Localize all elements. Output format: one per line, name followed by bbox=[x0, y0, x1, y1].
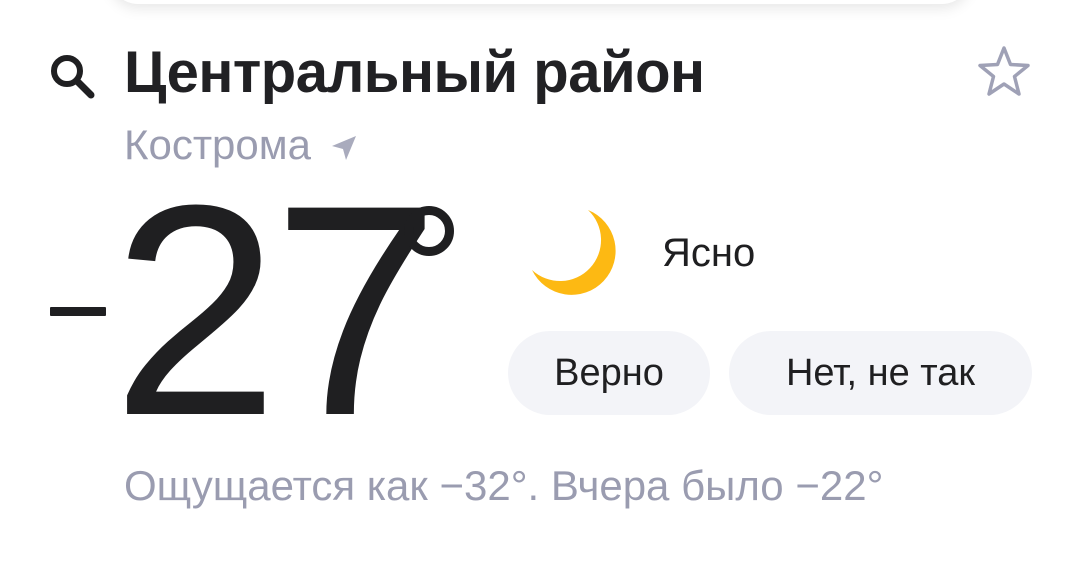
moon-icon bbox=[532, 210, 616, 295]
weather-condition: Ясно bbox=[662, 231, 756, 275]
top-card bbox=[110, 0, 970, 4]
district-title[interactable]: Центральный район bbox=[124, 38, 705, 108]
temperature-value: 27 bbox=[112, 142, 440, 478]
search-icon[interactable] bbox=[46, 50, 98, 102]
star-icon[interactable] bbox=[974, 42, 1034, 102]
correct-button[interactable]: Верно bbox=[508, 331, 710, 415]
temperature-degree-symbol bbox=[404, 206, 454, 256]
temperature-minus-sign bbox=[50, 307, 106, 316]
incorrect-button[interactable]: Нет, не так bbox=[729, 331, 1032, 415]
feels-like-text: Ощущается как −32°. Вчера было −22° bbox=[124, 462, 884, 509]
